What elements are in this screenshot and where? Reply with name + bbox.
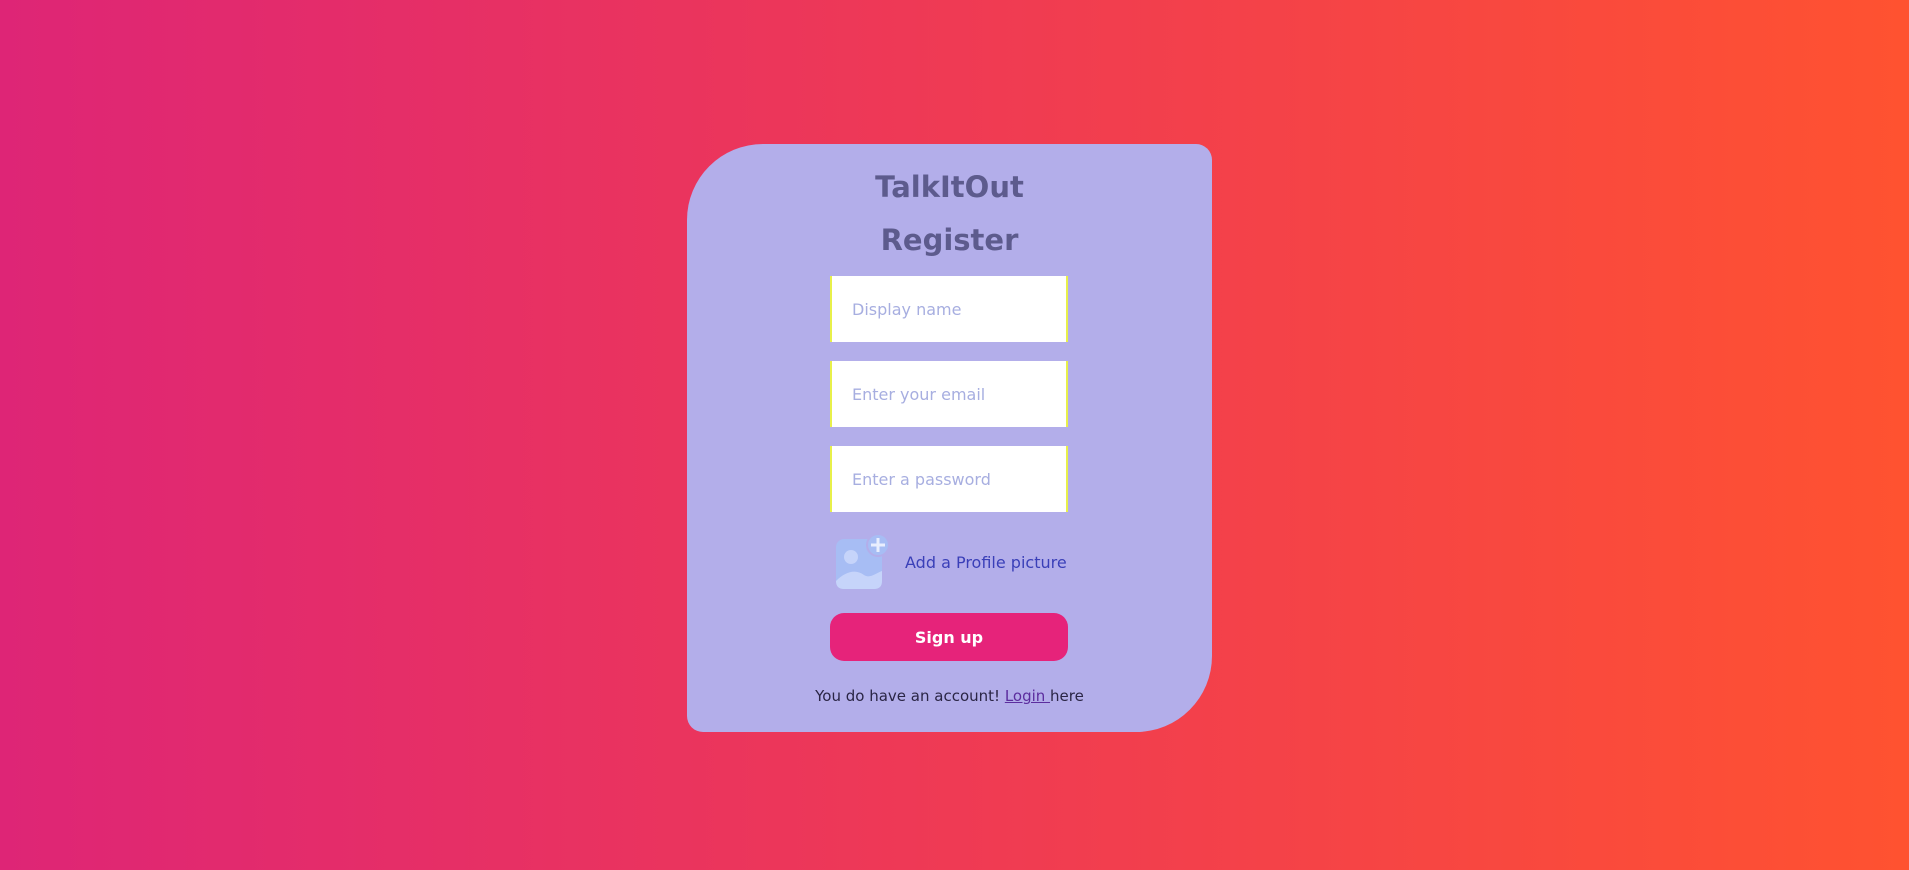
- login-prompt: You do have an account! Login here: [687, 687, 1212, 705]
- email-field[interactable]: [830, 361, 1068, 427]
- login-link[interactable]: Login: [1005, 687, 1050, 705]
- add-profile-picture-label: Add a Profile picture: [905, 552, 1067, 572]
- password-field[interactable]: [830, 446, 1068, 512]
- form-title: Register: [880, 223, 1019, 257]
- login-prompt-text: You do have an account!: [815, 687, 1005, 705]
- add-profile-picture[interactable]: Add a Profile picture: [834, 532, 1067, 592]
- app-title: TalkItOut: [875, 170, 1024, 204]
- display-name-field[interactable]: [830, 276, 1068, 342]
- sign-up-button[interactable]: Sign up: [830, 613, 1068, 661]
- login-prompt-suffix: here: [1050, 687, 1084, 705]
- register-card: TalkItOut Register Add a Profile picture…: [687, 144, 1212, 732]
- add-image-icon: [834, 533, 890, 591]
